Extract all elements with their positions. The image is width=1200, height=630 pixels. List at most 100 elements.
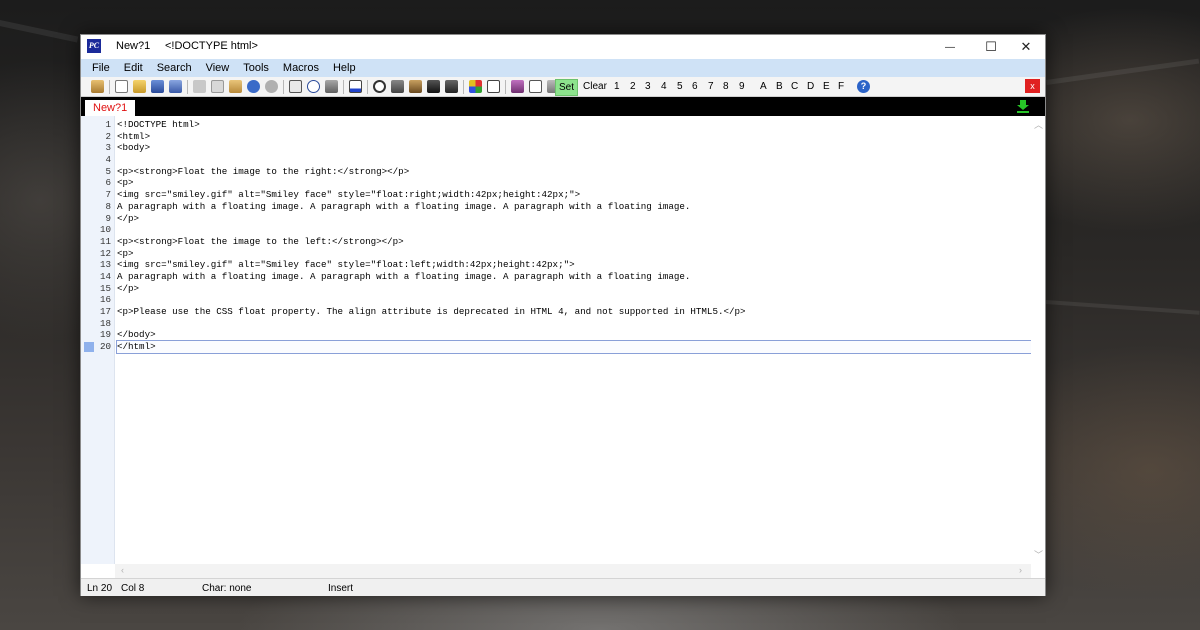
slot-2-button[interactable]: 2 xyxy=(630,79,636,94)
scroll-left-icon[interactable]: ‹ xyxy=(121,565,124,575)
font-color-icon[interactable] xyxy=(349,80,362,93)
cut-icon[interactable] xyxy=(193,80,206,93)
code-line[interactable]: 18 xyxy=(100,318,1029,330)
menu-help[interactable]: Help xyxy=(326,59,363,77)
code-line[interactable]: 12 <p> xyxy=(100,248,1029,260)
help-icon[interactable]: ? xyxy=(857,80,870,93)
status-bar: Ln 20 Col 8 Char: none Insert xyxy=(81,578,1045,596)
code-line[interactable]: 15 </p> xyxy=(100,283,1029,295)
code-line[interactable]: 9 </p> xyxy=(105,213,1029,225)
tab-bar: New?1 xyxy=(81,97,1045,116)
save-all-icon[interactable] xyxy=(169,80,182,93)
scroll-up-icon[interactable]: ︿ xyxy=(1034,118,1043,131)
save-icon[interactable] xyxy=(151,80,164,93)
menu-tools[interactable]: Tools xyxy=(236,59,276,77)
code-editor[interactable]: 1 <!DOCTYPE html> 2 <html> 3 <body> 4 5 <p><… xyxy=(81,116,1045,578)
paste-icon[interactable] xyxy=(229,80,242,93)
menu-file[interactable]: File xyxy=(81,59,117,77)
download-icon[interactable] xyxy=(1017,100,1029,113)
slot-f-button[interactable]: F xyxy=(838,79,844,94)
new-file-icon[interactable] xyxy=(115,80,128,93)
slot-d-button[interactable]: D xyxy=(807,79,814,94)
code-line[interactable]: 11 <p><strong>Float the image to the left… xyxy=(100,235,1029,248)
slot-5-button[interactable]: 5 xyxy=(677,79,683,94)
slot-3-button[interactable]: 3 xyxy=(645,79,651,94)
line-text: A paragraph with a floating image. A par… xyxy=(117,270,691,282)
code-line[interactable]: 16 xyxy=(100,294,1029,306)
tool-icon-2[interactable] xyxy=(445,80,458,93)
minimize-icon: — xyxy=(945,41,955,53)
slot-6-button[interactable]: 6 xyxy=(692,79,698,94)
code-line[interactable]: 7 <img src="smiley.gif" alt="Smiley face"… xyxy=(105,189,1029,201)
line-text: <html> xyxy=(117,130,151,142)
slot-4-button[interactable]: 4 xyxy=(661,79,667,94)
code-line[interactable]: 5 <p><strong>Float the image to the right… xyxy=(105,165,1029,178)
vertical-scrollbar[interactable]: ︿ ﹀ xyxy=(1031,116,1045,564)
code-line[interactable]: 2 <html> xyxy=(105,130,1029,143)
window-title: <!DOCTYPE html> xyxy=(165,40,258,52)
slot-a-button[interactable]: A xyxy=(760,79,767,94)
slot-9-button[interactable]: 9 xyxy=(739,79,745,94)
slot-8-button[interactable]: 8 xyxy=(723,79,729,94)
bookmark-icon[interactable] xyxy=(511,80,524,93)
horizontal-scrollbar[interactable]: ‹ › xyxy=(115,564,1031,578)
home-icon[interactable] xyxy=(91,80,104,93)
scroll-down-icon[interactable]: ﹀ xyxy=(1034,548,1043,561)
line-number: 17 xyxy=(99,306,111,317)
line-number: 7 xyxy=(105,189,111,201)
status-mode: Insert xyxy=(328,583,354,594)
line-text: <p><strong>Float the image to the right:… xyxy=(117,165,410,177)
copy-icon[interactable] xyxy=(211,80,224,93)
open-folder-icon[interactable] xyxy=(133,80,146,93)
document-icon[interactable] xyxy=(487,80,500,93)
slot-e-button[interactable]: E xyxy=(823,79,830,94)
clock-icon[interactable] xyxy=(307,80,320,93)
tool-icon[interactable] xyxy=(427,80,440,93)
code-line[interactable]: 17 <p>Please use the CSS float property. … xyxy=(100,306,1029,318)
line-text: <p><strong>Float the image to the left:<… xyxy=(117,235,404,247)
app-logo-icon: PC xyxy=(87,39,101,53)
menu-macros[interactable]: Macros xyxy=(276,59,326,77)
undo-icon[interactable] xyxy=(247,80,260,93)
replace-icon[interactable] xyxy=(409,80,422,93)
code-line[interactable]: 10 xyxy=(100,224,1029,236)
clear-button[interactable]: Clear xyxy=(583,79,607,94)
code-line[interactable]: 1 <!DOCTYPE html> xyxy=(105,119,1029,131)
settings-icon[interactable] xyxy=(325,80,338,93)
slot-7-button[interactable]: 7 xyxy=(708,79,714,94)
menu-edit[interactable]: Edit xyxy=(117,59,150,77)
code-area[interactable]: 1 <!DOCTYPE html> 2 <html> 3 <body> 4 5 <p><… xyxy=(84,119,1032,354)
toolbar-separator xyxy=(343,80,344,94)
print-preview-icon[interactable] xyxy=(529,80,542,93)
slot-1-button[interactable]: 1 xyxy=(614,79,620,94)
close-window-button[interactable]: ✕ xyxy=(1009,35,1043,59)
code-line[interactable]: 4 xyxy=(105,154,1029,166)
redo-icon[interactable] xyxy=(265,80,278,93)
scroll-right-icon[interactable]: › xyxy=(1019,565,1022,575)
current-code-line[interactable]: 20 </html> xyxy=(84,340,1032,354)
code-line[interactable]: 6 <p> xyxy=(105,177,1029,189)
slot-b-button[interactable]: B xyxy=(776,79,783,94)
code-line[interactable]: 3 <body> xyxy=(105,142,1029,154)
close-document-button[interactable]: x xyxy=(1025,79,1040,93)
line-number: 16 xyxy=(99,294,111,306)
line-text: <img src="smiley.gif" alt="Smiley face" … xyxy=(117,259,575,271)
calendar-icon[interactable] xyxy=(289,80,302,93)
code-line[interactable]: 14 A paragraph with a floating image. A p… xyxy=(100,270,1029,283)
menu-search[interactable]: Search xyxy=(150,59,199,77)
tab-new-1[interactable]: New?1 xyxy=(85,100,136,116)
find-next-icon[interactable] xyxy=(391,80,404,93)
code-line[interactable]: 13 <img src="smiley.gif" alt="Smiley face… xyxy=(100,259,1029,271)
find-icon[interactable] xyxy=(373,80,386,93)
line-number: 10 xyxy=(99,224,111,236)
maximize-button[interactable]: ☐ xyxy=(974,35,1008,59)
set-button[interactable]: Set xyxy=(555,79,579,96)
status-line: Ln 20 xyxy=(87,583,113,594)
code-line[interactable]: 19 </body> xyxy=(100,329,1029,341)
title-bar[interactable]: PC New?1 <!DOCTYPE html> — ☐ ✕ xyxy=(81,35,1045,59)
minimize-button[interactable]: — xyxy=(933,35,967,59)
code-line[interactable]: 8 A paragraph with a floating image. A pa… xyxy=(105,201,1029,213)
slot-c-button[interactable]: C xyxy=(791,79,798,94)
color-grid-icon[interactable] xyxy=(469,80,482,93)
menu-view[interactable]: View xyxy=(199,59,237,77)
